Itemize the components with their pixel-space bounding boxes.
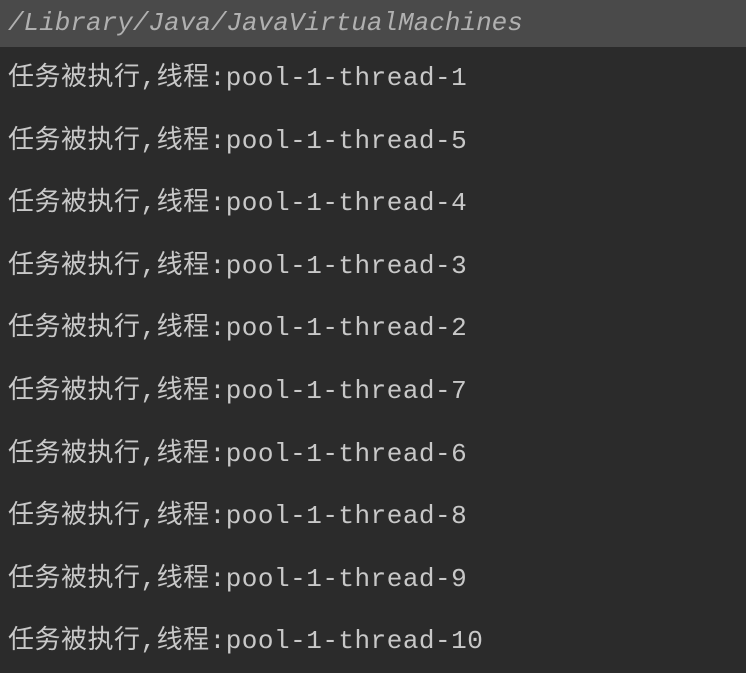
output-line: 任务被执行,线程:pool-1-thread-1 xyxy=(0,47,746,110)
output-line: 任务被执行,线程:pool-1-thread-10 xyxy=(0,610,746,673)
terminal-output[interactable]: /Library/Java/JavaVirtualMachines 任务被执行,… xyxy=(0,0,746,630)
output-line: 任务被执行,线程:pool-1-thread-6 xyxy=(0,423,746,486)
output-line: 任务被执行,线程:pool-1-thread-4 xyxy=(0,172,746,235)
output-line: 任务被执行,线程:pool-1-thread-2 xyxy=(0,297,746,360)
output-line: 任务被执行,线程:pool-1-thread-8 xyxy=(0,485,746,548)
output-line: 任务被执行,线程:pool-1-thread-7 xyxy=(0,360,746,423)
output-line: 任务被执行,线程:pool-1-thread-5 xyxy=(0,110,746,173)
output-line: 任务被执行,线程:pool-1-thread-3 xyxy=(0,235,746,298)
output-line: 任务被执行,线程:pool-1-thread-9 xyxy=(0,548,746,611)
command-path-line: /Library/Java/JavaVirtualMachines xyxy=(0,0,746,47)
